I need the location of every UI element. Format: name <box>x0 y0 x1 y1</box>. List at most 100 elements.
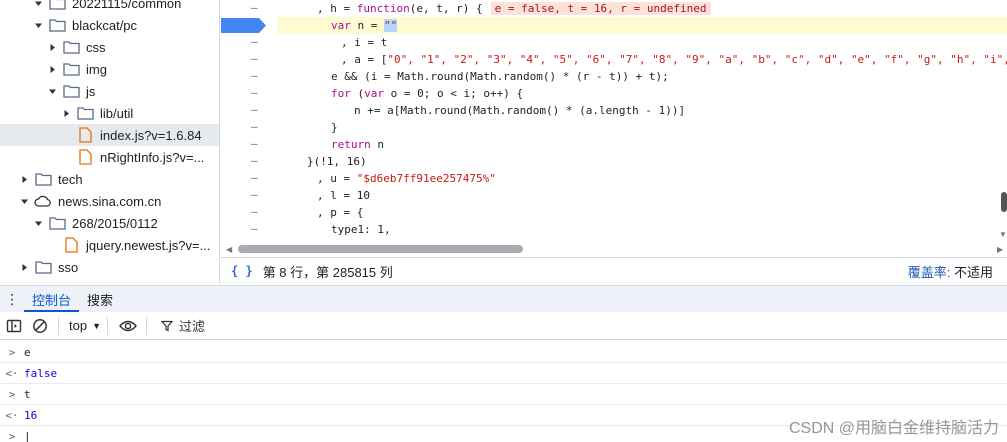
gutter-mark[interactable]: – <box>251 222 258 235</box>
tree-file-item[interactable]: index.js?v=1.6.84 <box>0 124 219 146</box>
horizontal-scroll-thumb[interactable] <box>238 245 523 253</box>
tree-item-label: jquery.newest.js?v=... <box>86 237 211 253</box>
folder-icon <box>48 17 66 33</box>
tree-item-label: img <box>86 61 107 77</box>
chevron-right-icon[interactable] <box>60 107 72 119</box>
tree-file-item[interactable]: nRightInfo.js?v=... <box>0 146 219 168</box>
input-prompt-icon: > <box>8 430 16 442</box>
sidebar-icon <box>6 319 22 332</box>
tab-console[interactable]: 控制台 <box>24 286 80 313</box>
code-line: , l = 10 <box>317 189 370 202</box>
tree-item-label: 268/2015/0112 <box>72 215 158 231</box>
gutter-mark[interactable]: – <box>251 35 258 48</box>
tree-folder-item[interactable]: tech <box>0 168 219 190</box>
gutter-mark[interactable]: – <box>251 188 258 201</box>
inline-value: e = false, t = 16, r = undefined <box>490 2 711 15</box>
console-result-row: <· false <box>0 363 1007 384</box>
live-expression-button[interactable] <box>116 314 140 338</box>
gutter-mark[interactable]: – <box>251 205 258 218</box>
watermark: CSDN @用脑白金维持脑活力 <box>788 420 999 437</box>
chevron-down-icon[interactable] <box>32 217 44 229</box>
sidebar-toggle-button[interactable] <box>2 314 26 338</box>
folder-icon <box>48 215 66 231</box>
file-icon <box>76 127 94 143</box>
result-prompt-icon: <· <box>5 408 19 422</box>
input-prompt-icon: > <box>8 387 16 401</box>
gutter-mark[interactable]: – <box>251 154 258 167</box>
gutter-mark[interactable]: – <box>251 120 258 133</box>
console-input-row: > t <box>0 384 1007 405</box>
filter-icon <box>161 320 173 331</box>
pretty-print-icon[interactable]: { } <box>231 264 253 278</box>
toolbar-divider <box>107 316 108 335</box>
gutter-mark[interactable]: – <box>251 86 258 99</box>
tree-folder-item[interactable]: blackcat/pc <box>0 14 219 36</box>
chevron-down-icon[interactable] <box>18 195 30 207</box>
chevron-down-icon[interactable] <box>32 19 44 31</box>
code-line: } <box>331 121 338 134</box>
code-line: return n <box>331 138 384 151</box>
coverage-link[interactable]: 覆盖率: <box>908 265 954 280</box>
folder-icon <box>76 105 94 121</box>
clear-console-button[interactable] <box>28 314 52 338</box>
tree-folder-item[interactable]: 268/2015/0112 <box>0 212 219 234</box>
tab-search[interactable]: 搜索 <box>79 286 121 313</box>
file-icon <box>62 237 80 253</box>
chevron-down-icon[interactable] <box>46 85 58 97</box>
tree-folder-item[interactable]: lib/util <box>0 102 219 124</box>
vertical-scroll-thumb[interactable] <box>1001 192 1007 212</box>
chevron-right-icon[interactable] <box>18 261 30 273</box>
more-options-icon[interactable]: ⋮ <box>0 291 24 308</box>
tree-item-label: lib/util <box>100 105 134 121</box>
tree-item-label: news.sina.com.cn <box>58 193 162 209</box>
tree-folder-item[interactable]: sso <box>0 256 219 278</box>
gutter-mark[interactable]: – <box>251 137 258 150</box>
chevron-right-icon[interactable] <box>46 63 58 75</box>
toolbar-divider <box>58 316 59 335</box>
cursor-position: 第 8 行，第 285815 列 <box>262 264 393 280</box>
folder-icon <box>62 39 80 55</box>
tree-folder-item[interactable]: img <box>0 58 219 80</box>
tree-folder-item[interactable]: news.sina.com.cn <box>0 190 219 212</box>
tree-file-item[interactable]: jquery.newest.js?v=... <box>0 234 219 256</box>
toolbar-divider <box>146 316 147 335</box>
block-icon <box>33 318 47 333</box>
code-editor[interactable]: – – – – – – – – – – – – – , h = function(e, t, r) {e… <box>221 0 1007 257</box>
gutter-mark[interactable]: – <box>251 171 258 184</box>
tree-item-label: tech <box>58 171 83 187</box>
folder-icon <box>62 83 80 99</box>
scroll-down-icon[interactable]: ▼ <box>999 230 1007 239</box>
chevron-right-icon[interactable] <box>18 173 30 185</box>
code-line: e && (i = Math.round(Math.random() * (r … <box>331 70 669 83</box>
tree-item-label: css <box>86 39 106 55</box>
result-prompt-icon: <· <box>5 366 19 380</box>
tree-folder-item[interactable]: 20221115/common <box>0 0 219 14</box>
code-line: , u = "$d6eb7ff91ee257475%" <box>317 172 496 185</box>
scroll-left-icon[interactable]: ◀ <box>226 245 232 254</box>
tree-item-label: nRightInfo.js?v=... <box>100 149 205 165</box>
chevron-down-icon[interactable] <box>32 0 44 9</box>
tree-item-label: 20221115/common <box>72 0 182 11</box>
file-navigator: 20221115/common blackcat/pc css img js lib/ut… <box>0 0 220 284</box>
code-line: , a = ["0", "1", "2", "3", "4", "5", "6"… <box>341 53 1007 66</box>
folder-icon <box>34 171 52 187</box>
sources-panel: 20221115/common blackcat/pc css img js lib/ut… <box>0 0 1007 284</box>
context-selector[interactable]: top ▼ <box>69 318 101 333</box>
tree-folder-item[interactable]: js <box>0 80 219 102</box>
console-toolbar: top ▼ 过滤 <box>0 312 1007 340</box>
scroll-right-icon[interactable]: ▶ <box>997 245 1003 254</box>
code-line: , i = t <box>341 36 388 49</box>
filter-input[interactable]: 过滤 <box>161 316 205 335</box>
gutter-mark[interactable]: – <box>251 1 258 14</box>
tree-folder-item[interactable]: css <box>0 36 219 58</box>
execution-marker-icon[interactable] <box>221 17 267 34</box>
folder-icon <box>48 0 66 11</box>
chevron-right-icon[interactable] <box>46 41 58 53</box>
gutter-mark[interactable]: – <box>251 52 258 65</box>
gutter-mark[interactable]: – <box>251 103 258 116</box>
drawer-tab-bar: ⋮ 控制台 搜索 <box>0 285 1007 313</box>
tree-item-label: sso <box>58 259 79 275</box>
paused-line: var n = "" <box>277 17 1007 34</box>
gutter-mark[interactable]: – <box>251 69 258 82</box>
eye-icon <box>119 320 137 331</box>
